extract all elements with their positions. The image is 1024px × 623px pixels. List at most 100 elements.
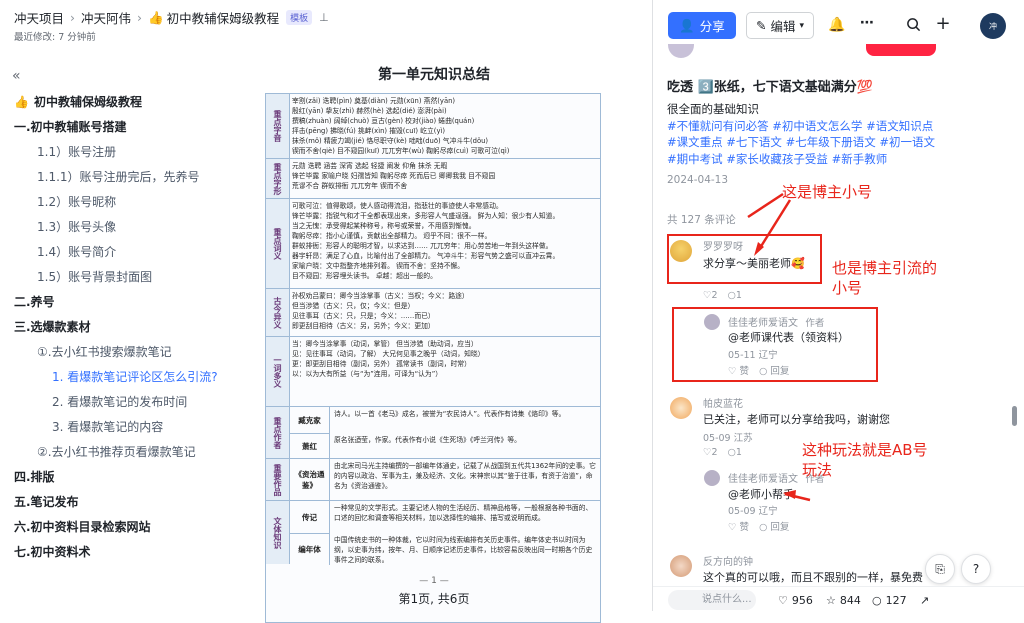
toc-item[interactable]: ②.去小红书推荐页看爆款笔记 xyxy=(14,440,234,465)
thumbs-up-icon: 👍 xyxy=(148,9,164,25)
commenter-avatar[interactable] xyxy=(670,555,692,577)
reply-button[interactable]: ○ 回复 xyxy=(759,519,789,533)
scrollbar[interactable] xyxy=(1012,406,1017,426)
section-line: 殷红(yān) 挚友(zhì) 赫然(hè) 选起(dié) 澎湃(pài) xyxy=(292,107,447,115)
toc-item-label: 3. 看爆款笔记的内容 xyxy=(52,420,164,434)
toc-item[interactable]: 六.初中资料目录检索网站 xyxy=(14,515,234,540)
table-section: 一词多义 当：卿今当涂掌事（动词，掌管） 但当涉猎（助动词，应当） 见：见往事耳（动… xyxy=(266,336,600,406)
hashtag-link[interactable]: #初一语文 xyxy=(879,135,935,149)
comments-stat[interactable]: ○ 127 xyxy=(872,594,907,607)
breadcrumb-current[interactable]: 初中教辅保姆级教程 xyxy=(167,8,280,27)
toc-item-label: 1.1）账号注册 xyxy=(37,145,117,159)
hashtag-link[interactable]: #不懂就问有问必答 xyxy=(667,119,769,133)
toc-item[interactable]: 1.3）账号头像 xyxy=(14,215,234,240)
breadcrumb-item[interactable]: 冲天阿伟 xyxy=(81,8,131,27)
comment-input[interactable]: 说点什么... xyxy=(668,590,756,610)
post-tags: #不懂就问有问必答 #初中语文怎么学 #语文知识点 #课文重点 #七下语文 #七… xyxy=(667,118,942,168)
toc-item[interactable]: 1.1.1）账号注册完后，先养号 xyxy=(14,165,234,190)
table-section: 重点字形 元勋 迭聘 涵芸 深宵 选起 轻捷 阐发 仰角 抹杀 无暇 锋芒毕露 家喻… xyxy=(266,158,600,198)
section-heading: 一词多义 xyxy=(266,337,290,406)
post-date: 2024-04-13 xyxy=(667,174,729,186)
toc-item[interactable]: 一.初中教辅账号搭建 xyxy=(14,115,234,140)
knowledge-table: 重点字音 宰割(zǎi) 迭聘(pìn) 奠基(diàn) 元勋(xūn) 燕然(… xyxy=(265,93,601,623)
toc-item-label: 1.5）账号背景封面图 xyxy=(37,270,153,284)
share-icon[interactable]: ↗ xyxy=(920,594,929,607)
toc-item[interactable]: 2. 看爆款笔记的发布时间 xyxy=(14,390,234,415)
hashtag-link[interactable]: #期中考试 xyxy=(667,152,723,166)
more-icon[interactable]: ⋯ xyxy=(858,14,876,32)
toc-item-label: 1.1.1）账号注册完后，先养号 xyxy=(37,170,200,184)
table-section: 重点词义 可歌可泣：值得歌颂，使人感动得流泪，指悲壮的事迹使人非常感动。 锋芒毕露：… xyxy=(266,198,600,288)
section-body: 元勋 迭聘 涵芸 深宵 选起 轻捷 阐发 仰角 抹杀 无暇 锋芒毕露 家喻户晓 妇… xyxy=(292,161,598,198)
toc-item[interactable]: 1.1）账号注册 xyxy=(14,140,234,165)
toc-item[interactable]: 五.笔记发布 xyxy=(14,490,234,515)
user-avatar[interactable]: 冲 xyxy=(980,13,1006,39)
toc-item-label: 一.初中教辅账号搭建 xyxy=(14,120,127,134)
toc-item[interactable]: 七.初中资料术 xyxy=(14,540,234,565)
hashtag-link[interactable]: #新手教师 xyxy=(832,152,888,166)
section-line: 锲而不舍(qiè) 目不窥园(kuī) 兀兀穷年(wù) 鞠躬尽瘁(cuì) 可… xyxy=(292,147,510,155)
toc-item[interactable]: ①.去小红书搜索爆款笔记 xyxy=(14,340,234,365)
edit-button[interactable]: ✎ 编辑 ▾ xyxy=(746,12,814,39)
copy-icon[interactable]: ⎘ xyxy=(925,554,955,584)
toc-item-label: ②.去小红书推荐页看爆款笔记 xyxy=(37,445,196,459)
star-icon: ☆ xyxy=(826,594,836,607)
table-of-contents: 👍 初中教辅保姆级教程一.初中教辅账号搭建 1.1）账号注册 1.1.1）账号注册完后… xyxy=(14,90,234,565)
pin-icon[interactable]: ⊥ xyxy=(319,11,329,24)
bell-icon[interactable]: 🔔 xyxy=(828,16,846,34)
toc-item[interactable]: 👍 初中教辅保姆级教程 xyxy=(14,90,234,115)
share-button[interactable]: 👤 分享 xyxy=(668,12,736,39)
toc-item-label: 1.2）账号昵称 xyxy=(37,195,117,209)
breadcrumb: 冲天项目 › 冲天阿伟 › 👍 初中教辅保姆级教程 模板 ⊥ xyxy=(14,8,329,27)
table-section: 文体知识 传记 一种常见的文学形式。主要记述人物的生活经历、精神品格等，一般根据各种… xyxy=(266,500,600,565)
section-body: 一种常见的文学形式。主要记述人物的生活经历、精神品格等，一般根据各种书面的、口述… xyxy=(334,504,593,522)
table-section: 重点字音 宰割(zǎi) 迭聘(pìn) 奠基(diàn) 元勋(xūn) 燕然(… xyxy=(266,94,600,158)
toc-item[interactable]: 1.2）账号昵称 xyxy=(14,190,234,215)
breadcrumb-item[interactable]: 冲天项目 xyxy=(14,8,64,27)
section-heading: 古今异义 xyxy=(266,289,290,336)
hashtag-link[interactable]: #初中语文怎么学 xyxy=(772,119,862,133)
doc-header: 冲天项目 › 冲天阿伟 › 👍 初中教辅保姆级教程 模板 ⊥ 最近修改: 7 分… xyxy=(0,0,650,44)
help-icon[interactable]: ? xyxy=(961,554,991,584)
table-section: 重点作者 臧克家 诗人。以一首《老马》成名，被誉为“农民诗人”。代表作有诗集《烙印》… xyxy=(266,406,600,459)
section-line: 抹杀(mǒ) 精疲力竭(jié) 恪尽职守(kè) 咄咄(duō) 气冲斗牛(d… xyxy=(292,137,489,145)
hashtag-link[interactable]: #七下语文 xyxy=(726,135,782,149)
section-line: 孙权劝吕蒙曰：卿今当涂掌事（古义：当权；今义：路途） xyxy=(292,292,469,300)
section-subheading: 臧克家 xyxy=(290,407,330,433)
breadcrumb-separator: › xyxy=(70,10,76,25)
likes-stat[interactable]: ♡ 956 xyxy=(778,594,813,607)
like-button[interactable]: ♡ 赞 xyxy=(728,519,749,533)
page-number: — 1 — xyxy=(419,576,449,586)
toc-item[interactable]: 四.排版 xyxy=(14,465,234,490)
hashtag-link[interactable]: #七年级下册语文 xyxy=(786,135,876,149)
section-body: 中国传统史书的一种体裁，它以时间为线索编排有关历史事件。编年体史书以时间为纲，以… xyxy=(334,536,593,564)
section-line: 荒谬不合 群蚁排衙 兀兀穷年 锲而不舍 xyxy=(292,182,408,190)
toc-item[interactable]: 1.5）账号背景封面图 xyxy=(14,265,234,290)
plus-icon[interactable]: + xyxy=(934,13,952,34)
section-line: 抨击(pēng) 拂晓(fú) 挑衅(xìn) 摧毁(cuī) 屹立(yì) xyxy=(292,127,446,135)
toc-item-label: 三.选爆款素材 xyxy=(14,320,91,334)
toc-item[interactable]: 二.养号 xyxy=(14,290,234,315)
chevron-down-icon: ▾ xyxy=(799,20,805,31)
document-page: 第一单元知识总结 重点字音 宰割(zǎi) 迭聘(pìn) 奠基(diàn) 元勋… xyxy=(265,60,603,623)
favorites-stat[interactable]: ☆ 844 xyxy=(826,594,861,607)
hashtag-link[interactable]: #语文知识点 xyxy=(866,119,933,133)
toc-item[interactable]: 3. 看爆款笔记的内容 xyxy=(14,415,234,440)
toc-item[interactable]: 1. 看爆款笔记评论区怎么引流? xyxy=(14,365,234,390)
toc-item[interactable]: 1.4）账号简介 xyxy=(14,240,234,265)
section-body: 由北宋司马光主持编撰的一部编年体通史，记载了从战国到五代共1362年间的史事。它… xyxy=(334,462,596,490)
collapse-sidebar-icon[interactable]: « xyxy=(12,68,20,84)
thumbs-up-icon: 👍 xyxy=(14,95,29,109)
follow-button[interactable] xyxy=(866,44,936,56)
section-body: 当：卿今当涂掌事（动词，掌管） 但当涉猎（助动词，应当） 见：见往事耳（动词，了解… xyxy=(292,339,598,406)
section-line: 家喻户晓：文中指整齐地排列着。 锲而不舍：坚持不懈。 xyxy=(292,262,465,270)
toc-item[interactable]: 三.选爆款素材 xyxy=(14,315,234,340)
section-line: 见往事耳（古义：只，只是；今义：……而已） xyxy=(292,312,435,320)
last-modified: 最近修改: 7 分钟前 xyxy=(14,32,96,43)
section-subheading: 《资治通鉴》 xyxy=(290,459,330,501)
toc-item-label: 五.笔记发布 xyxy=(14,495,79,509)
hashtag-link[interactable]: #课文重点 xyxy=(667,135,723,149)
spacer xyxy=(626,0,653,611)
hashtag-link[interactable]: #家长收藏孩子受益 xyxy=(726,152,828,166)
search-icon[interactable] xyxy=(904,15,922,33)
